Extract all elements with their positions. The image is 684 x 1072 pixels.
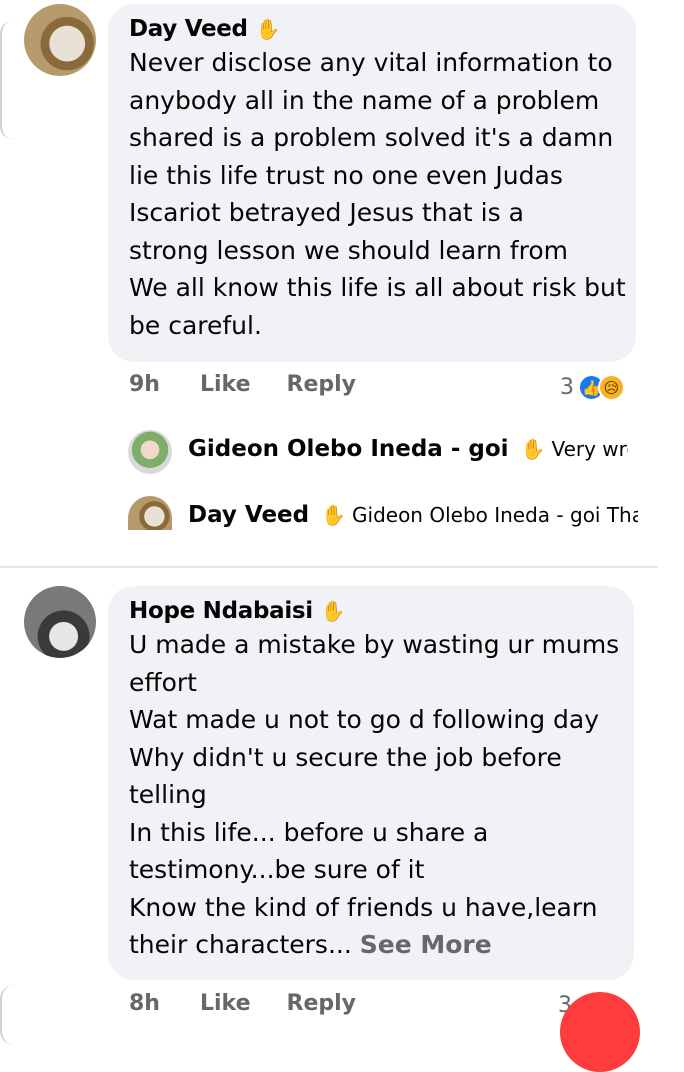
- comment-actions: 9h Like Reply: [129, 372, 356, 397]
- thread-indicator: [0, 20, 16, 140]
- comment-line: Know the kind of friends u have,learn: [129, 892, 598, 922]
- like-button[interactable]: Like: [200, 991, 251, 1016]
- comment-line: U made a mistake by wasting ur mums: [129, 630, 620, 659]
- waving-hand-icon: ✋: [255, 17, 281, 41]
- see-more-link[interactable]: See More: [360, 930, 492, 959]
- reaction-count: 3: [560, 375, 574, 400]
- comment-line: anybody all in the name of a problem: [129, 85, 600, 115]
- comment-line: We all know this life is all about risk …: [129, 273, 626, 302]
- reply-button[interactable]: Reply: [287, 991, 357, 1016]
- thread-indicator: [0, 985, 16, 1045]
- avatar[interactable]: [24, 586, 96, 658]
- like-button[interactable]: Like: [200, 372, 251, 397]
- comment-line: effort: [129, 667, 197, 697]
- reply-avatar[interactable]: [128, 430, 172, 474]
- reply-author[interactable]: Gideon Olebo Ineda - goi: [188, 436, 509, 462]
- reply-author[interactable]: Day Veed: [188, 502, 309, 528]
- comment-line: testimony...be sure of it: [129, 855, 425, 884]
- reply-avatar[interactable]: [128, 496, 172, 530]
- floating-action-button[interactable]: [560, 992, 640, 1072]
- avatar[interactable]: [24, 4, 96, 76]
- reply-button[interactable]: Reply: [287, 372, 357, 397]
- comment-author[interactable]: Hope Ndabaisi: [129, 598, 313, 624]
- reply-text: Very wrong,...: [551, 437, 628, 461]
- reply-preview[interactable]: Gideon Olebo Ineda - goi ✋ Very wrong,..…: [188, 436, 628, 462]
- comment-line: Wat made u not to go d following day: [129, 705, 600, 734]
- comment-line: their characters...: [129, 930, 352, 959]
- comment-line: strong lesson we should learn from: [129, 235, 568, 265]
- reply-text: Gideon Olebo Ineda - goi That...: [352, 503, 638, 527]
- comment-bubble: Hope Ndabaisi ✋ U made a mistake by wast…: [108, 586, 634, 980]
- comment-line: lie this life trust no one even Judas: [129, 160, 563, 190]
- comment-line-last: their characters... See More: [129, 926, 634, 964]
- waving-hand-icon: ✋: [321, 503, 347, 527]
- comment-author[interactable]: Day Veed: [129, 16, 248, 42]
- comment-line: shared is a problem solved it's a damn: [129, 123, 614, 152]
- divider: [0, 566, 658, 568]
- comment-line: Iscariot betrayed Jesus that is a: [129, 198, 524, 227]
- comment-line: be careful.: [129, 310, 262, 340]
- waving-hand-icon: ✋: [520, 437, 546, 461]
- waving-hand-icon: ✋: [320, 599, 346, 623]
- reply-preview[interactable]: Day Veed ✋ Gideon Olebo Ineda - goi That…: [188, 502, 638, 528]
- comment-actions: 8h Like Reply: [129, 991, 356, 1016]
- comment-author-row: Day Veed ✋: [129, 16, 636, 42]
- comment-author-row: Hope Ndabaisi ✋: [129, 598, 634, 624]
- comment-bubble: Day Veed ✋ Never disclose any vital info…: [108, 4, 636, 362]
- reaction-summary[interactable]: 3 👍 😥: [560, 374, 625, 401]
- comment-line: Never disclose any vital information to: [129, 48, 613, 77]
- sad-icon: 😥: [598, 374, 625, 401]
- comment-text: U made a mistake by wasting ur mums effo…: [129, 626, 634, 964]
- comment-line: In this life... before u share a: [129, 817, 489, 847]
- comment-line: Why didn't u secure the job before: [129, 742, 562, 772]
- comment-text: Never disclose any vital information to …: [129, 44, 636, 344]
- comment-time[interactable]: 9h: [129, 372, 160, 397]
- comment-line: telling: [129, 780, 207, 809]
- comment-time[interactable]: 8h: [129, 991, 160, 1016]
